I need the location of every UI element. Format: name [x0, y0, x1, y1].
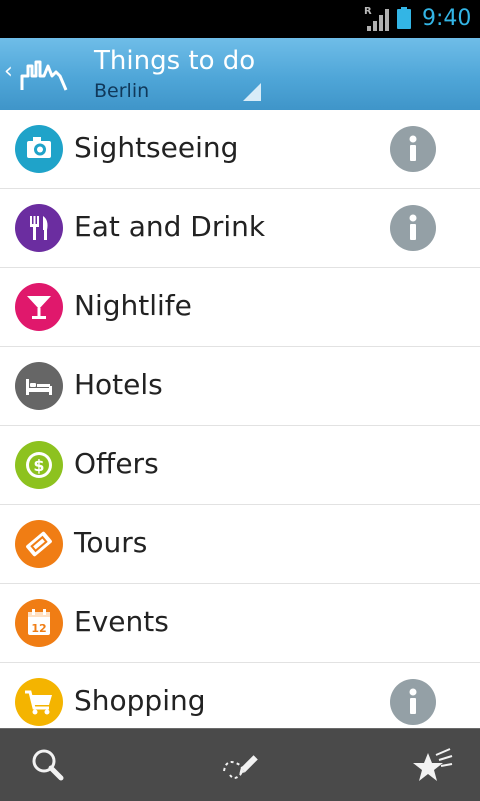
dropdown-indicator-icon[interactable]: [243, 83, 261, 101]
list-item-offers[interactable]: $ Offers: [0, 426, 480, 505]
ticket-icon: [15, 520, 63, 568]
list-item-label: Sightseeing: [74, 131, 239, 164]
calendar-icon: 12: [15, 599, 63, 647]
list-item-tours[interactable]: Tours: [0, 505, 480, 584]
search-icon[interactable]: [24, 743, 72, 787]
list-item-label: Events: [74, 605, 169, 638]
action-bar: ‹ Things to do Berlin: [0, 38, 480, 110]
info-icon[interactable]: [390, 126, 436, 172]
bed-icon: [15, 362, 63, 410]
signal-icon: [367, 9, 389, 31]
info-icon[interactable]: [390, 679, 436, 725]
list-item-sightseeing[interactable]: Sightseeing: [0, 110, 480, 189]
page-title[interactable]: Things to do: [94, 44, 255, 78]
dollar-badge-icon: $: [15, 441, 63, 489]
category-list: Sightseeing Eat and Drink Nightlife Hote…: [0, 110, 480, 742]
list-item-label: Eat and Drink: [74, 210, 266, 243]
shopping-cart-icon: [15, 678, 63, 726]
battery-icon: [397, 7, 411, 29]
list-item-events[interactable]: 12 Events: [0, 584, 480, 663]
list-item-label: Shopping: [74, 684, 206, 717]
svg-text:$: $: [33, 456, 44, 475]
app-logo-icon[interactable]: [20, 54, 68, 94]
list-item-hotels[interactable]: Hotels: [0, 347, 480, 426]
list-item-nightlife[interactable]: Nightlife: [0, 268, 480, 347]
favorites-icon[interactable]: [408, 743, 456, 787]
status-bar: R 9:40: [0, 0, 480, 38]
calendar-day: 12: [31, 622, 46, 635]
clock: 9:40: [422, 6, 472, 31]
city-subtitle[interactable]: Berlin: [94, 79, 149, 103]
bottom-toolbar: [0, 728, 480, 801]
camera-icon: [15, 125, 63, 173]
list-item-label: Offers: [74, 447, 159, 480]
cocktail-icon: [15, 283, 63, 331]
list-item-eat-and-drink[interactable]: Eat and Drink: [0, 189, 480, 268]
draw-route-icon[interactable]: [216, 743, 264, 787]
fork-knife-icon: [15, 204, 63, 252]
info-icon[interactable]: [390, 205, 436, 251]
list-item-label: Hotels: [74, 368, 163, 401]
back-chevron-icon[interactable]: ‹: [4, 58, 13, 86]
list-item-label: Tours: [74, 526, 148, 559]
list-item-label: Nightlife: [74, 289, 192, 322]
